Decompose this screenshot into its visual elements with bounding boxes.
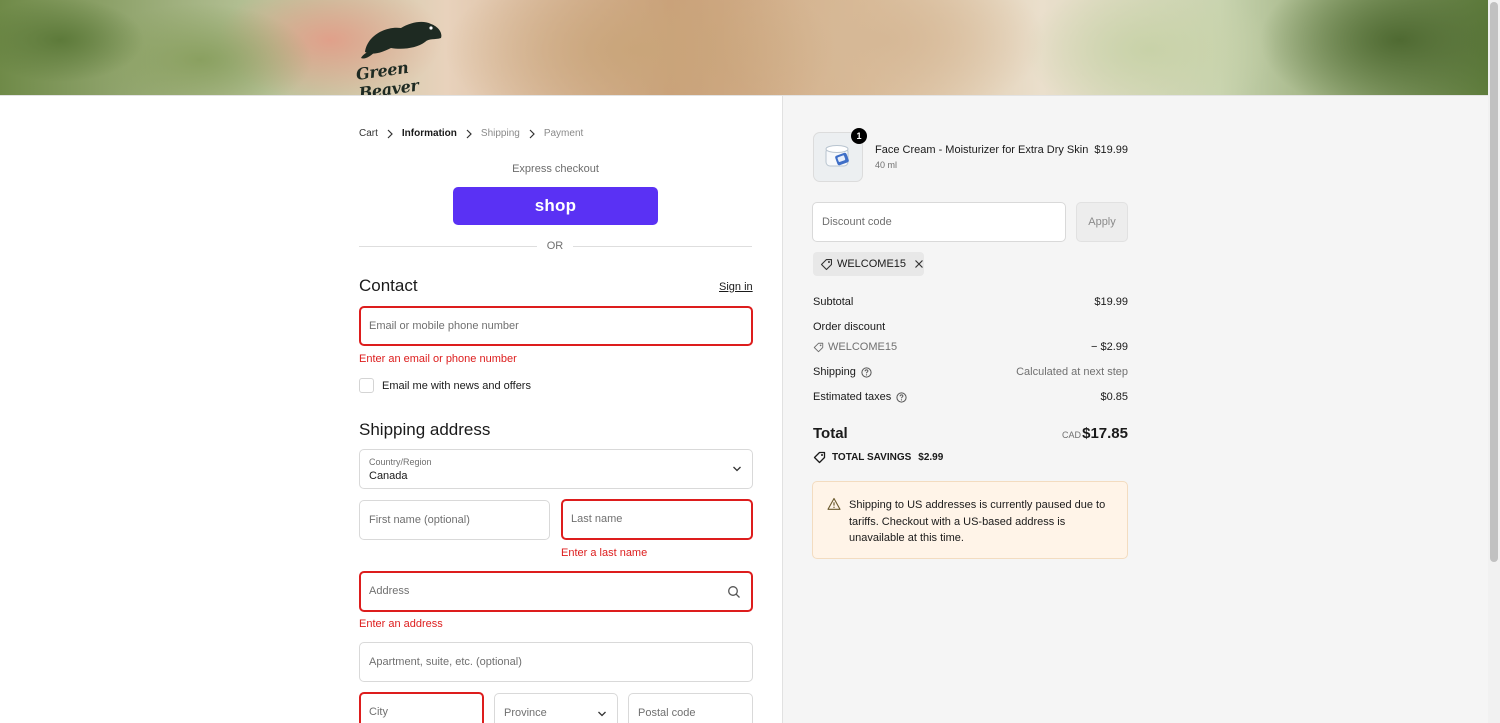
currency-code: CAD bbox=[1061, 430, 1081, 440]
last-name-field[interactable]: Last name bbox=[561, 499, 753, 540]
email-placeholder: Email or mobile phone number bbox=[369, 320, 519, 332]
taxes-label-wrap: Estimated taxes bbox=[813, 391, 907, 403]
breadcrumb: Cart Information Shipping Payment bbox=[359, 128, 583, 139]
product-price: $19.99 bbox=[1094, 144, 1128, 156]
shop-pay-button[interactable]: shop bbox=[453, 187, 658, 225]
tag-icon bbox=[820, 258, 833, 270]
shipping-notice-text: Shipping to US addresses is currently pa… bbox=[849, 499, 1106, 544]
chevron-right-icon bbox=[529, 129, 535, 138]
discount-code-label: WELCOME15 bbox=[813, 341, 897, 353]
last-name-placeholder: Last name bbox=[571, 513, 623, 525]
country-select[interactable]: Country/Region Canada bbox=[359, 449, 753, 489]
page-scrollbar[interactable] bbox=[1488, 0, 1500, 723]
chevron-right-icon bbox=[466, 129, 472, 138]
subtotal-label: Subtotal bbox=[813, 296, 854, 308]
sign-in-link[interactable]: Sign in bbox=[719, 281, 753, 293]
chevron-down-icon bbox=[733, 466, 741, 472]
discount-code-field[interactable]: Discount code bbox=[812, 202, 1066, 242]
shipping-row: Shipping Calculated at next step bbox=[813, 366, 1128, 380]
applied-discount-chip: WELCOME15 bbox=[813, 252, 924, 276]
apartment-placeholder: Apartment, suite, etc. (optional) bbox=[369, 656, 522, 668]
last-name-error: Enter a last name bbox=[561, 547, 648, 559]
order-discount-row: Order discount bbox=[813, 321, 1128, 335]
order-summary-panel bbox=[782, 96, 1488, 723]
apply-discount-button[interactable]: Apply bbox=[1076, 202, 1128, 242]
shipping-value: Calculated at next step bbox=[1016, 366, 1128, 378]
discount-code-text: WELCOME15 bbox=[828, 341, 898, 353]
shipping-address-heading: Shipping address bbox=[359, 420, 491, 439]
newsletter-checkbox[interactable] bbox=[359, 378, 374, 393]
email-field[interactable]: Email or mobile phone number bbox=[359, 306, 753, 346]
subtotal-row: Subtotal $19.99 bbox=[813, 296, 1128, 310]
province-placeholder: Province bbox=[504, 707, 547, 719]
apartment-field[interactable]: Apartment, suite, etc. (optional) bbox=[359, 642, 753, 682]
breadcrumb-payment: Payment bbox=[543, 128, 584, 139]
discount-value: − $2.99 bbox=[1090, 341, 1128, 353]
country-label: Country/Region bbox=[369, 457, 432, 467]
chevron-down-icon bbox=[598, 711, 606, 717]
discount-code-row: WELCOME15 − $2.99 bbox=[813, 341, 1128, 355]
divider-line-left bbox=[359, 246, 537, 247]
breadcrumb-cart[interactable]: Cart bbox=[359, 128, 378, 139]
first-name-field[interactable]: First name (optional) bbox=[359, 500, 550, 540]
address-error: Enter an address bbox=[359, 618, 443, 630]
savings-label: TOTAL SAVINGS bbox=[832, 452, 912, 463]
express-checkout-label: Express checkout bbox=[512, 163, 599, 175]
applied-discount-code: WELCOME15 bbox=[836, 258, 907, 270]
close-icon[interactable] bbox=[914, 259, 924, 269]
savings-amount: $2.99 bbox=[918, 452, 944, 463]
taxes-label: Estimated taxes bbox=[813, 391, 892, 403]
taxes-value: $0.85 bbox=[1100, 391, 1128, 403]
green-beaver-logo[interactable]: Green Beaver bbox=[355, 14, 457, 96]
help-icon[interactable] bbox=[896, 391, 907, 403]
email-error: Enter an email or phone number bbox=[359, 353, 517, 365]
chevron-right-icon bbox=[387, 129, 393, 138]
first-name-placeholder: First name (optional) bbox=[369, 514, 470, 526]
divider-line-right bbox=[573, 246, 752, 247]
product-variant: 40 ml bbox=[875, 160, 898, 170]
or-label: OR bbox=[546, 240, 564, 252]
shipping-label: Shipping bbox=[813, 366, 856, 378]
breadcrumb-information: Information bbox=[401, 128, 457, 139]
city-placeholder: City bbox=[369, 706, 388, 718]
city-field[interactable]: City bbox=[359, 692, 484, 723]
address-field[interactable]: Address bbox=[359, 571, 753, 612]
country-value: Canada bbox=[369, 470, 408, 482]
search-icon bbox=[728, 586, 740, 598]
help-icon[interactable] bbox=[861, 366, 872, 378]
address-placeholder: Address bbox=[369, 585, 410, 597]
postal-code-placeholder: Postal code bbox=[638, 707, 696, 719]
product-name: Face Cream - Moisturizer for Extra Dry S… bbox=[875, 144, 1089, 156]
postal-code-field[interactable]: Postal code bbox=[628, 693, 753, 723]
total-amount: $17.85 bbox=[1082, 425, 1128, 442]
shipping-notice-banner: Shipping to US addresses is currently pa… bbox=[812, 481, 1128, 559]
tag-icon bbox=[813, 342, 824, 352]
warning-icon bbox=[827, 497, 841, 510]
tag-icon bbox=[813, 451, 826, 464]
scrollbar-thumb[interactable] bbox=[1490, 2, 1498, 562]
province-select[interactable]: Province bbox=[494, 693, 618, 723]
or-divider: OR bbox=[359, 240, 752, 254]
shipping-label-wrap: Shipping bbox=[813, 366, 872, 378]
quantity-badge: 1 bbox=[851, 128, 867, 144]
breadcrumb-shipping: Shipping bbox=[480, 128, 520, 139]
newsletter-label: Email me with news and offers bbox=[382, 380, 531, 392]
taxes-row: Estimated taxes $0.85 bbox=[813, 391, 1128, 405]
discount-code-placeholder: Discount code bbox=[822, 216, 892, 228]
header-banner: Green Beaver bbox=[0, 0, 1488, 96]
total-savings: TOTAL SAVINGS $2.99 bbox=[813, 451, 943, 464]
order-discount-label: Order discount bbox=[813, 321, 886, 333]
total-label: Total bbox=[813, 425, 848, 442]
subtotal-value: $19.99 bbox=[1094, 296, 1128, 308]
contact-heading: Contact bbox=[359, 276, 418, 295]
